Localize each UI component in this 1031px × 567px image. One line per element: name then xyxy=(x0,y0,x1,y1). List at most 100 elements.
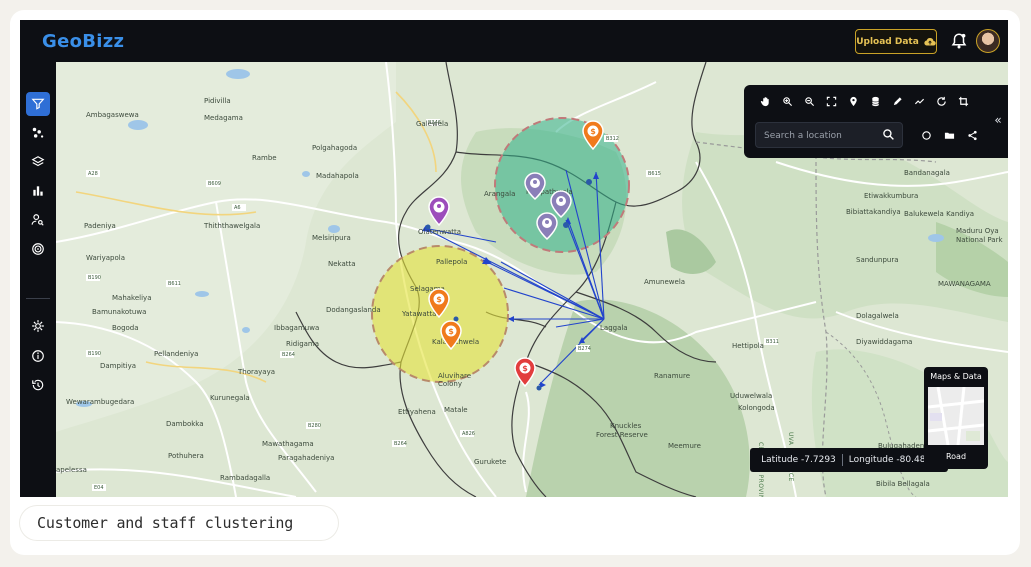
map-place-label: Pallepola xyxy=(436,258,468,266)
filter-icon[interactable] xyxy=(26,92,50,116)
location-search-input[interactable] xyxy=(762,127,878,145)
map-place-label: National Park xyxy=(956,236,1003,244)
map-toolbar xyxy=(744,85,1008,158)
svg-text:B312: B312 xyxy=(606,136,619,142)
svg-text:$: $ xyxy=(590,127,596,136)
zoom-in-icon[interactable] xyxy=(778,92,796,110)
map-place-label: Uduwelwala xyxy=(730,392,773,400)
map-place-label: Galewela xyxy=(416,120,449,128)
map-place-label: Ettiyahena xyxy=(398,408,436,416)
cluster-icon[interactable] xyxy=(26,121,50,145)
map-place-label: Madahapola xyxy=(316,172,359,180)
map-place-label: Rambe xyxy=(252,154,277,162)
svg-text:B190: B190 xyxy=(88,351,101,357)
staff-marker-violet-3[interactable] xyxy=(536,212,558,240)
map-place-label: Polgahagoda xyxy=(312,144,358,152)
pin-icon[interactable] xyxy=(844,92,862,110)
sidebar xyxy=(20,62,56,497)
map-place-label: Kurunegala xyxy=(210,394,250,402)
user-avatar[interactable] xyxy=(976,29,1000,53)
crop-icon[interactable] xyxy=(954,92,972,110)
svg-text:$: $ xyxy=(448,327,454,336)
customer-marker-orange-3[interactable]: $ xyxy=(440,320,462,350)
customer-marker-red[interactable]: $ xyxy=(514,357,536,387)
map-place-label: apelessa xyxy=(56,466,87,474)
map-place-label: Bandanagala xyxy=(904,169,950,177)
map-place-label: Mahakeliya xyxy=(112,294,152,302)
caption-text: Customer and staff clustering xyxy=(37,514,294,532)
map-place-label: Nekatta xyxy=(328,260,356,268)
caption-pill: Customer and staff clustering xyxy=(20,506,338,540)
map-place-label: Melsiripura xyxy=(312,234,351,242)
info-icon[interactable] xyxy=(26,344,50,368)
logo[interactable]: GeoBizz xyxy=(42,31,124,52)
map-place-label: Laggala xyxy=(600,324,628,332)
road-map-thumbnail[interactable] xyxy=(928,387,984,445)
layer-card-title: Maps & Data xyxy=(930,372,982,381)
database-icon[interactable] xyxy=(866,92,884,110)
latitude-value: Latitude -7.7293 xyxy=(761,455,836,465)
bar-chart-icon[interactable] xyxy=(26,179,50,203)
trend-icon[interactable] xyxy=(910,92,928,110)
map-place-label: Dambokka xyxy=(166,420,204,428)
layers-icon[interactable] xyxy=(26,150,50,174)
map-place-label: Bamunakotuwa xyxy=(92,308,147,316)
map-place-label: Wewarambugedara xyxy=(66,398,135,406)
svg-text:B280: B280 xyxy=(308,423,321,429)
map-place-label: Diyawiddagama xyxy=(856,338,913,346)
customer-marker-orange-2[interactable]: $ xyxy=(428,288,450,318)
map-place-label: Wariyapola xyxy=(86,254,125,262)
map-place-label: Rambadagalla xyxy=(220,474,271,482)
map-place-label: Meemure xyxy=(668,442,701,450)
map-place-label: Bibila Bellagala xyxy=(876,480,930,488)
customer-marker-orange[interactable]: $ xyxy=(582,120,604,150)
upload-data-button[interactable]: Upload Data xyxy=(855,29,937,54)
map-place-label: Thorayaya xyxy=(238,368,276,376)
location-search-box xyxy=(755,122,903,148)
pencil-icon[interactable] xyxy=(888,92,906,110)
cloud-upload-icon xyxy=(924,37,936,46)
svg-text:B609: B609 xyxy=(208,181,221,187)
map-canvas[interactable]: A28 B609 A6 B190 B611 B190 B264 B346 B31… xyxy=(56,62,1008,497)
svg-text:B615: B615 xyxy=(648,171,661,177)
map-place-label: Dampitiya xyxy=(100,362,137,370)
map-place-label: Thiththawelgala xyxy=(204,222,261,230)
map-layer-switcher[interactable]: Maps & Data Road xyxy=(924,367,988,469)
coords-divider xyxy=(841,454,843,466)
fullscreen-icon[interactable] xyxy=(822,92,840,110)
hand-icon[interactable] xyxy=(756,92,774,110)
map-place-label: Matale xyxy=(444,406,468,414)
svg-text:B611: B611 xyxy=(168,281,181,287)
settings-cluster-icon[interactable] xyxy=(26,314,50,338)
svg-text:A6: A6 xyxy=(234,205,241,211)
staff-marker-violet-1[interactable] xyxy=(524,172,546,200)
map-place-label: Olatenwatta xyxy=(418,228,462,236)
search-icon[interactable] xyxy=(882,128,895,141)
history-icon[interactable] xyxy=(26,373,50,397)
map-place-label: Pothuhera xyxy=(168,452,204,460)
upload-label: Upload Data xyxy=(856,36,919,47)
target-icon[interactable] xyxy=(26,237,50,261)
map-place-label: Pidivilla xyxy=(204,97,231,105)
coordinate-readout: Latitude -7.7293 Longitude -80.4822 xyxy=(750,448,948,472)
map-place-label: Gurukete xyxy=(474,458,507,466)
collapse-panel-button[interactable]: « xyxy=(988,85,1008,155)
map-place-label: Ridigama xyxy=(286,340,320,348)
map-place-label: Bibiattakandiya xyxy=(846,208,901,216)
staff-marker-purple[interactable] xyxy=(428,196,450,226)
share-icon[interactable] xyxy=(964,127,980,143)
map-place-label: Aluvihare xyxy=(438,372,472,380)
folder-icon[interactable] xyxy=(941,127,957,143)
circle-draw-icon[interactable] xyxy=(918,127,934,143)
svg-text:B264: B264 xyxy=(282,352,295,358)
map-place-label: MAWANAGAMA xyxy=(938,280,991,288)
notification-bell-icon[interactable] xyxy=(950,32,968,50)
person-search-icon[interactable] xyxy=(26,208,50,232)
svg-text:A826: A826 xyxy=(462,431,475,437)
top-bar: GeoBizz Upload Data xyxy=(20,20,1008,62)
refresh-icon[interactable] xyxy=(932,92,950,110)
svg-text:B190: B190 xyxy=(88,275,101,281)
map-place-label: Padeniya xyxy=(84,222,116,230)
map-place-label: Balukewela Kandiya xyxy=(904,210,975,218)
zoom-out-icon[interactable] xyxy=(800,92,818,110)
